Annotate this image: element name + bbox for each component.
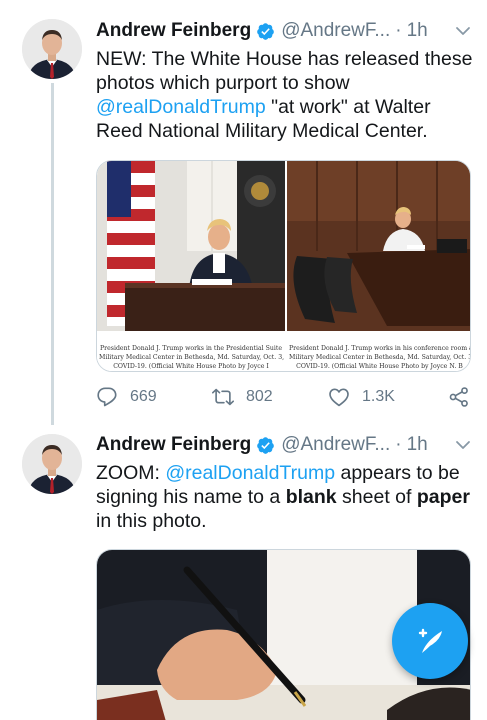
compose-tweet-icon (418, 628, 442, 653)
mention-link[interactable]: @realDonaldTrump (165, 462, 335, 484)
retweet-icon (212, 388, 234, 406)
caption-line: Military Medical Center in Bethesda, Md.… (99, 354, 285, 361)
author-name[interactable]: Andrew Feinberg (96, 20, 251, 42)
caption-line: COVID-19. (Official White House Photo by… (296, 363, 463, 370)
caption-line: COVID-19. (Official White House Photo by… (113, 363, 269, 370)
author-handle[interactable]: @AndrewF... (281, 20, 390, 42)
timestamp[interactable]: 1h (407, 434, 428, 456)
tweet-header: Andrew Feinberg @AndrewF... · 1h (96, 17, 471, 45)
reply-icon (97, 387, 117, 407)
compose-tweet-button[interactable] (392, 603, 468, 679)
tweet-text: ZOOM: @realDonaldTrump appears to be sig… (96, 461, 473, 533)
photo-image (97, 161, 285, 371)
avatar[interactable] (22, 434, 82, 494)
verified-badge-icon (257, 22, 275, 40)
verified-badge-icon (257, 436, 275, 454)
tweet-text-part: sheet of (336, 486, 417, 508)
like-count: 1.3K (362, 388, 395, 405)
avatar[interactable] (22, 19, 82, 79)
share-button[interactable] (448, 386, 470, 408)
mention-link[interactable]: @realDonaldTrump (96, 96, 266, 118)
photo-conference-room[interactable]: President Donald J. Trump works in his c… (287, 161, 470, 371)
tweet-media[interactable]: President Donald J. Trump works in the P… (96, 160, 471, 372)
photo-caption: President Donald J. Trump works in the P… (99, 344, 285, 371)
tweet-actions: 669 802 1.3K (96, 386, 471, 408)
timestamp[interactable]: 1h (407, 20, 428, 42)
author-handle[interactable]: @AndrewF... (281, 434, 390, 456)
tweet-text-part: NEW: The White House has released these … (96, 48, 473, 94)
chevron-down-icon[interactable] (455, 23, 471, 39)
retweet-count: 802 (246, 388, 273, 405)
tweet-text-bold: blank (285, 486, 337, 508)
retweet-button[interactable]: 802 (212, 386, 273, 408)
author-name[interactable]: Andrew Feinberg (96, 434, 251, 456)
separator-dot: · (395, 434, 402, 455)
reply-count: 669 (130, 388, 157, 405)
caption-line: Military Medical Center in Bethesda, Md.… (289, 354, 470, 361)
caption-line: President Donald J. Trump works in the P… (100, 345, 282, 352)
photo-presidential-suite[interactable]: President Donald J. Trump works in the P… (97, 161, 285, 371)
heart-icon (329, 388, 349, 407)
thread-line (51, 83, 54, 425)
like-button[interactable]: 1.3K (328, 386, 395, 408)
tweet-text: NEW: The White House has released these … (96, 47, 473, 143)
caption-line: President Donald J. Trump works in his c… (289, 345, 471, 352)
share-icon (449, 387, 468, 407)
tweet-header: Andrew Feinberg @AndrewF... · 1h (96, 431, 471, 459)
tweet-text-part: ZOOM: (96, 462, 166, 484)
reply-button[interactable]: 669 (96, 386, 157, 408)
chevron-down-icon[interactable] (455, 437, 471, 453)
tweet[interactable]: Andrew Feinberg @AndrewF... · 1h NEW: Th… (0, 0, 487, 425)
photo-image (287, 161, 470, 371)
tweet-text-bold: paper (416, 486, 470, 508)
tweet-text-part: in this photo. (96, 510, 207, 532)
separator-dot: · (395, 20, 402, 41)
photo-caption: President Donald J. Trump works in his c… (289, 344, 470, 371)
